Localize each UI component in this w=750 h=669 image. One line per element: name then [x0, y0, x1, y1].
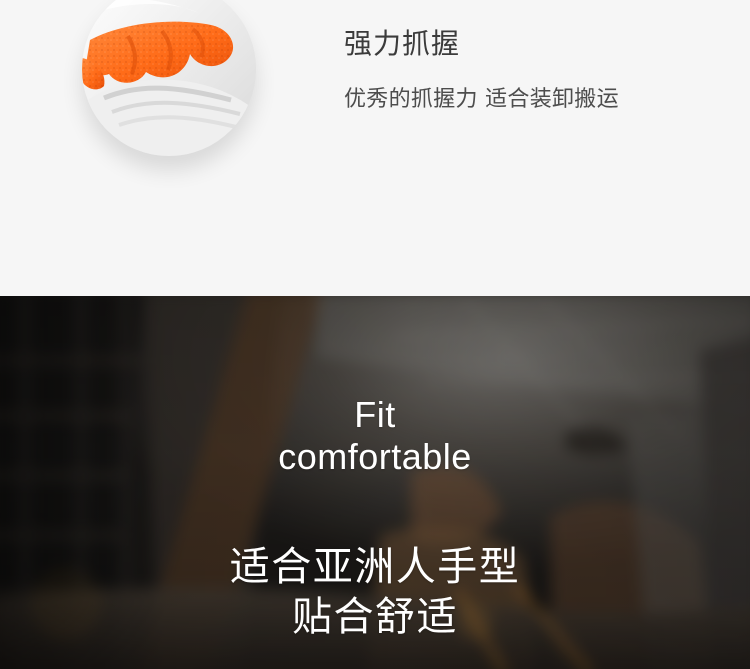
fit-comfort-hero: Fit comfortable 适合亚洲人手型 贴合舒适 — [0, 296, 750, 669]
glove-grip-illustration — [82, 0, 256, 156]
feature-description: 优秀的抓握力 适合装卸搬运 — [344, 87, 619, 112]
english-headline-line-2: comfortable — [278, 436, 472, 477]
english-headline: Fit comfortable — [0, 394, 750, 478]
chinese-headline-line-2: 贴合舒适 — [292, 594, 458, 640]
feature-title: 强力抓握 — [344, 27, 461, 60]
grip-feature-section: 强力抓握 优秀的抓握力 适合装卸搬运 — [0, 0, 750, 296]
chinese-headline-line-1: 适合亚洲人手型 — [229, 544, 521, 590]
glove-grip-photo — [82, 0, 256, 156]
product-detail-page: 强力抓握 优秀的抓握力 适合装卸搬运 Fit comfortable 适合亚洲人… — [0, 0, 750, 669]
chinese-headline: 适合亚洲人手型 贴合舒适 — [0, 542, 750, 642]
english-headline-line-1: Fit — [354, 394, 396, 435]
